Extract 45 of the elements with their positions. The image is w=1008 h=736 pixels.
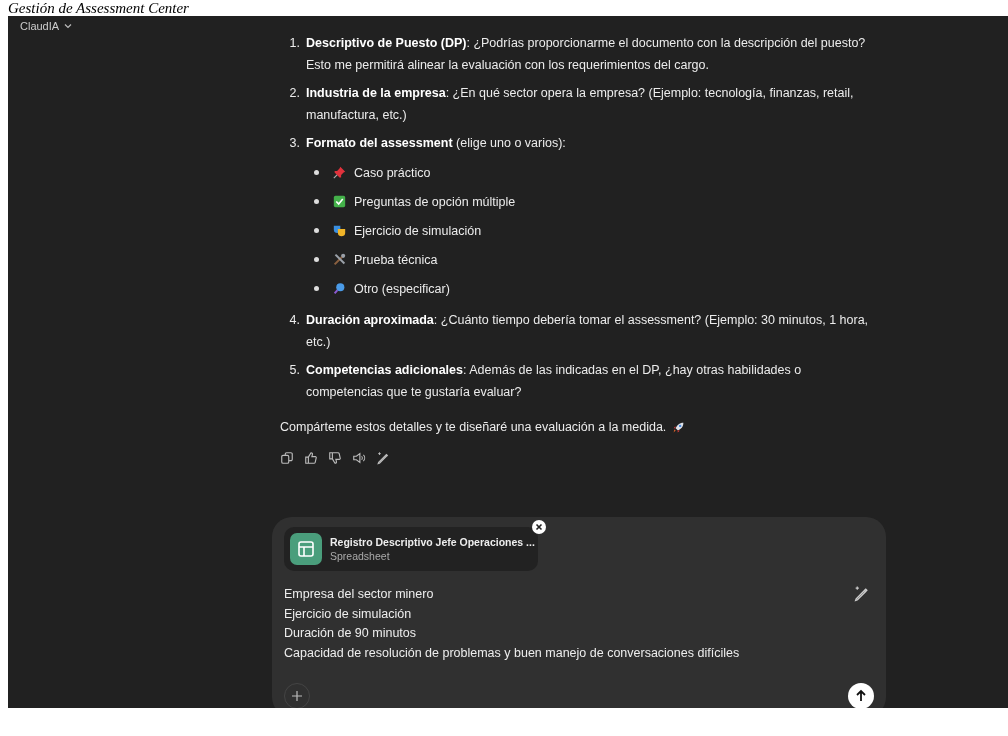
- message-input[interactable]: Empresa del sector minero Ejercicio de simulación Duración de 90 minutos Capacidad de resolución de problemas y buen manejo de conversaciones difíciles: [284, 585, 740, 663]
- model-menu[interactable]: ClaudIA: [20, 20, 74, 32]
- pushpin-icon: [333, 166, 346, 179]
- bullet-text: Caso práctico: [354, 165, 431, 180]
- arrow-up-icon: [854, 689, 868, 703]
- list-item-text: Descriptivo de Puesto (DP): ¿Podrías proporcionarme el documento con la descripción del puesto? Esto me permitirá alinear la evaluación con los requerimientos del cargo.: [306, 35, 867, 74]
- tools-icon: [333, 253, 346, 266]
- page-heading: Gestión de Assessment Center: [7, 0, 189, 16]
- send-button[interactable]: [848, 683, 874, 708]
- list-item-text: Formato del assessment (elige uno o varios):: [306, 135, 567, 152]
- copy-icon[interactable]: [280, 451, 294, 465]
- list-number: 1.: [288, 35, 300, 52]
- thumbs-down-icon[interactable]: [328, 451, 342, 465]
- checkbox-icon: [333, 195, 346, 208]
- list-number: 5.: [288, 362, 300, 379]
- spreadsheet-icon: [290, 533, 322, 565]
- list-item-text: Competencias adicionales: Además de las indicadas en el DP, ¿hay otras habilidades o competencias que te gustaría evaluar?: [306, 362, 803, 401]
- bullet-dot: [314, 286, 319, 291]
- caret-icon: [63, 21, 74, 31]
- bullet-text: Ejercicio de simulación: [354, 223, 482, 238]
- close-icon[interactable]: [532, 520, 546, 534]
- bullet-dot: [314, 170, 319, 175]
- bullet-text: Prueba técnica: [354, 252, 438, 267]
- list-item-text: Industria de la empresa: ¿En qué sector opera la empresa? (Ejemplo: tecnología, finanzas, retail, manufactura, etc.): [306, 85, 855, 124]
- thumbs-up-icon[interactable]: [304, 451, 318, 465]
- magnifier-icon: [333, 282, 346, 295]
- bullet-dot: [314, 257, 319, 262]
- list-number: 2.: [288, 85, 300, 102]
- edit-sparkle-icon[interactable]: [376, 451, 390, 465]
- bullet-dot: [314, 199, 319, 204]
- list-number: 4.: [288, 312, 300, 329]
- attachment-card[interactable]: Registro Descriptivo Jefe Operaciones ... Spreadsheet: [284, 527, 538, 571]
- edit-sparkle-icon[interactable]: [853, 585, 870, 602]
- list-number: 3.: [288, 135, 300, 152]
- theater-masks-icon: [333, 224, 346, 237]
- attachment-name: Registro Descriptivo Jefe Operaciones ...: [330, 536, 535, 548]
- list-item-text: Duración aproximada: ¿Cuánto tiempo debería tomar el assessment? (Ejemplo: 30 minutos, 1 hora, etc.): [306, 312, 870, 351]
- bullet-dot: [314, 228, 319, 233]
- plus-icon: [291, 690, 303, 702]
- speaker-icon[interactable]: [352, 451, 366, 465]
- attachment-type: Spreadsheet: [330, 550, 391, 562]
- bullet-text: Preguntas de opción múltiple: [354, 194, 516, 209]
- rocket-icon: [672, 420, 686, 434]
- closing-text: Compárteme estos detalles y te diseñaré una evaluación a la medida.: [280, 419, 667, 436]
- bullet-text: Otro (especificar): [354, 281, 450, 296]
